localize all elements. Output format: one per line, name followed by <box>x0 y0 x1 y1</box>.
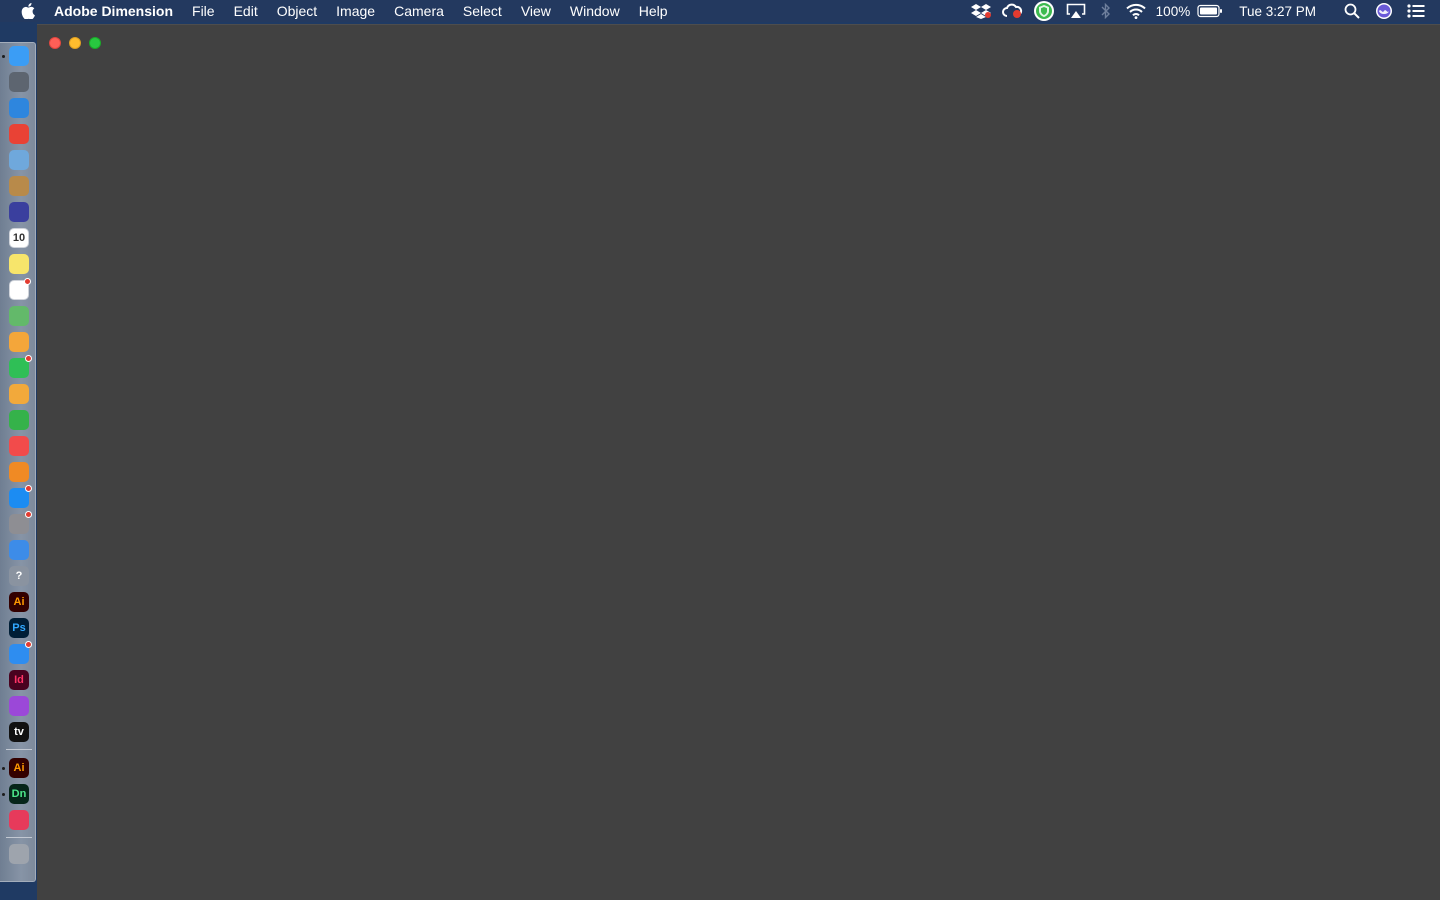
launchpad-icon[interactable] <box>9 72 29 92</box>
notification-badge <box>25 641 32 648</box>
dock-separator <box>6 837 32 838</box>
running-indicator <box>2 793 5 796</box>
notification-badge <box>25 485 32 492</box>
indesign-icon[interactable]: Id <box>9 670 29 690</box>
news-icon[interactable] <box>9 436 29 456</box>
contacts-icon[interactable] <box>9 176 29 196</box>
photos-icon[interactable] <box>9 332 29 352</box>
illustrator-running-label: Ai <box>13 762 25 774</box>
siri-menu-icon[interactable] <box>1368 0 1400 22</box>
podcasts-icon[interactable] <box>9 696 29 716</box>
maps-icon[interactable] <box>9 306 29 326</box>
facetime-icon[interactable] <box>9 355 32 378</box>
indesign-label: Id <box>14 674 24 686</box>
dock: 10? Ai Ps Id tv Ai Dn <box>0 42 36 882</box>
help-icon[interactable]: ? <box>9 566 29 586</box>
menu-file[interactable]: File <box>183 0 225 22</box>
numbers-icon[interactable] <box>9 410 29 430</box>
finder-icon[interactable] <box>9 46 29 66</box>
battery-icon[interactable] <box>1193 0 1227 22</box>
app-store-icon[interactable] <box>9 485 32 508</box>
menu-bar: Adobe Dimension File Edit Object Image C… <box>0 0 1440 22</box>
menu-image[interactable]: Image <box>327 0 385 22</box>
apple-tv-icon[interactable]: tv <box>9 722 29 742</box>
app-window <box>37 24 1440 900</box>
messages-icon[interactable] <box>9 641 32 664</box>
menubar-clock[interactable]: Tue 3:27 PM <box>1227 0 1336 22</box>
preview-icon[interactable] <box>9 150 29 170</box>
app-menu[interactable]: Adobe Dimension <box>54 0 183 22</box>
photoshop-label: Ps <box>12 622 26 634</box>
spotlight-search-icon[interactable] <box>1336 0 1368 22</box>
battery-percentage[interactable]: 100% <box>1152 0 1194 22</box>
apple-menu-icon[interactable] <box>19 2 37 20</box>
trash-icon[interactable] <box>9 844 29 864</box>
calendar-label: 10 <box>12 232 26 244</box>
photoshop-icon[interactable]: Ps <box>9 618 29 638</box>
books-icon[interactable] <box>9 462 29 482</box>
reminders-icon[interactable] <box>9 278 31 300</box>
bluetooth-icon[interactable] <box>1092 0 1120 22</box>
dropbox-icon[interactable] <box>966 0 996 22</box>
menu-view[interactable]: View <box>511 0 560 22</box>
illustrator-running-icon[interactable]: Ai <box>9 758 29 778</box>
window-zoom-button[interactable] <box>89 37 101 49</box>
status-area: 100% Tue 3:27 PM <box>966 0 1440 22</box>
apple-tv-label: tv <box>14 726 24 738</box>
calendar-icon[interactable]: 10 <box>9 228 29 248</box>
window-minimize-button[interactable] <box>69 37 81 49</box>
shield-icon[interactable] <box>1028 0 1060 22</box>
creative-cloud-menu-icon[interactable] <box>996 0 1028 22</box>
notification-badge <box>24 278 31 285</box>
menu-window[interactable]: Window <box>560 0 629 22</box>
menu-object[interactable]: Object <box>267 0 326 22</box>
running-indicator <box>2 55 5 58</box>
airplay-icon[interactable] <box>1060 0 1092 22</box>
notification-center-icon[interactable] <box>1400 0 1432 22</box>
creative-cloud-icon[interactable] <box>9 810 29 830</box>
illustrator-icon[interactable]: Ai <box>9 592 29 612</box>
siri-icon[interactable] <box>9 202 29 222</box>
dock-separator <box>6 749 32 750</box>
wifi-icon[interactable] <box>1120 0 1152 22</box>
keynote-icon[interactable] <box>9 540 29 560</box>
menu-edit[interactable]: Edit <box>224 0 267 22</box>
notes-icon[interactable] <box>9 254 29 274</box>
dimension-icon[interactable]: Dn <box>9 784 29 804</box>
pages-icon[interactable] <box>9 384 29 404</box>
chrome-icon[interactable] <box>9 124 29 144</box>
safari-icon[interactable] <box>9 98 29 118</box>
notification-badge <box>25 355 32 362</box>
system-preferences-icon[interactable] <box>9 511 32 534</box>
menu-help[interactable]: Help <box>629 0 677 22</box>
dimension-label: Dn <box>11 788 27 800</box>
menu-select[interactable]: Select <box>453 0 511 22</box>
window-close-button[interactable] <box>49 37 61 49</box>
notification-badge <box>25 511 32 518</box>
illustrator-label: Ai <box>13 596 25 608</box>
running-indicator <box>2 767 5 770</box>
menu-camera[interactable]: Camera <box>385 0 454 22</box>
help-label: ? <box>15 570 23 582</box>
